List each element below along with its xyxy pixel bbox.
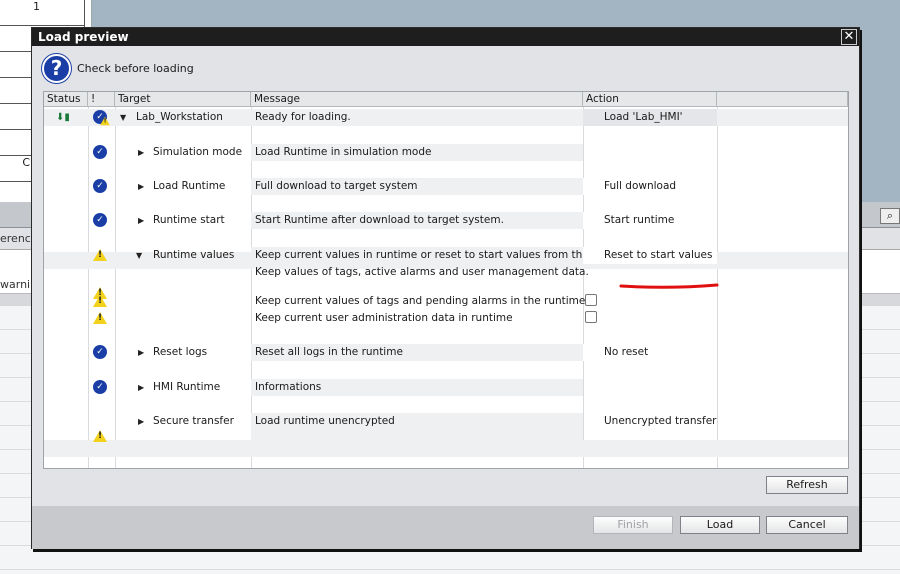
- table-header: Status ! Target Message Action: [44, 92, 848, 107]
- preview-table: Status ! Target Message Action ⬇▮ ✓ ▼ La…: [43, 91, 849, 469]
- action-text: Start runtime: [604, 214, 675, 226]
- check-icon: ✓: [93, 213, 107, 227]
- dialog-header: ? Check before loading: [42, 53, 194, 83]
- message-text: Keep current values in runtime or reset …: [255, 249, 582, 261]
- close-button[interactable]: ✕: [841, 29, 857, 45]
- target-label: HMI Runtime: [153, 381, 221, 393]
- chevron-right-icon[interactable]: ▶: [138, 413, 144, 430]
- table-row[interactable]: Keep current values of tags and pending …: [44, 293, 848, 310]
- dialog-title: Load preview: [38, 30, 129, 44]
- message-text: Load Runtime in simulation mode: [255, 146, 432, 158]
- dialog-titlebar[interactable]: Load preview ✕: [32, 28, 859, 46]
- table-row[interactable]: ▶ Secure transfer Load runtime unencrypt…: [44, 413, 848, 440]
- magnifier-icon[interactable]: ⌕: [880, 208, 900, 224]
- chevron-right-icon[interactable]: ▶: [138, 212, 144, 229]
- warning-icon: [100, 116, 110, 126]
- question-icon: ?: [42, 53, 71, 83]
- chevron-right-icon[interactable]: ▶: [138, 344, 144, 361]
- message-text: Keep current user administration data in…: [255, 312, 513, 324]
- message-text: Start Runtime after download to target s…: [255, 214, 504, 226]
- background-tab-label: erenc: [0, 232, 31, 245]
- check-icon: ✓: [93, 145, 107, 159]
- target-label: Lab_Workstation: [136, 111, 223, 123]
- action-dropdown-value[interactable]: Reset to start values: [604, 247, 713, 264]
- chevron-right-icon[interactable]: ▶: [138, 379, 144, 396]
- annotation-underline: [619, 283, 719, 289]
- message-text: Reset all logs in the runtime: [255, 346, 403, 358]
- check-icon: ✓: [93, 179, 107, 193]
- finish-button[interactable]: Finish: [593, 516, 673, 534]
- column-warning[interactable]: !: [88, 92, 115, 106]
- warning-icon: [93, 430, 107, 442]
- target-label: Runtime start: [153, 214, 225, 226]
- chevron-right-icon[interactable]: ▶: [138, 144, 144, 161]
- table-row[interactable]: Keep current user administration data in…: [44, 310, 848, 327]
- chevron-right-icon[interactable]: ▶: [138, 178, 144, 195]
- target-label: Reset logs: [153, 346, 208, 358]
- warning-icon: [93, 249, 107, 261]
- cancel-button[interactable]: Cancel: [766, 516, 848, 534]
- target-label: Runtime values: [153, 249, 235, 261]
- header-text: Check before loading: [77, 61, 194, 75]
- refresh-button[interactable]: Refresh: [766, 476, 848, 494]
- message-text: Full download to target system: [255, 180, 418, 192]
- column-action[interactable]: Action: [583, 92, 717, 106]
- download-icon: ⬇▮: [56, 112, 70, 123]
- action-text: Unencrypted transfer: [604, 415, 717, 427]
- table-row[interactable]: ✓ ▶ Runtime start Start Runtime after do…: [44, 212, 848, 229]
- message-text: Informations: [255, 381, 322, 393]
- check-icon: ✓: [93, 380, 107, 394]
- load-button[interactable]: Load: [680, 516, 760, 534]
- warning-icon: [93, 295, 107, 307]
- table-row[interactable]: ▼ Runtime values Keep current values in …: [44, 247, 848, 264]
- table-row-stripe: [44, 440, 848, 457]
- column-status[interactable]: Status: [44, 92, 88, 106]
- message-text: Keep current values of tags and pending …: [255, 295, 586, 307]
- target-label: Secure transfer: [153, 415, 234, 427]
- warning-icon: [93, 312, 107, 324]
- dialog-footer: Finish Load Cancel: [32, 506, 859, 549]
- chevron-down-icon[interactable]: ▼: [120, 109, 126, 126]
- table-row[interactable]: ✓ ▶ HMI Runtime Informations: [44, 379, 848, 396]
- table-row: Keep values of tags, active alarms and u…: [44, 264, 848, 281]
- close-icon: ✕: [843, 29, 855, 44]
- chevron-down-icon[interactable]: ▼: [136, 247, 142, 264]
- background-cell: 1: [0, 0, 85, 26]
- action-text: No reset: [604, 346, 649, 358]
- check-icon: ✓: [93, 345, 107, 359]
- action-text: Load 'Lab_HMI': [604, 111, 683, 123]
- background-list-label: warnir: [0, 278, 35, 291]
- target-label: Load Runtime: [153, 180, 226, 192]
- message-text: Ready for loading.: [255, 111, 351, 123]
- column-target[interactable]: Target: [115, 92, 251, 106]
- message-text: Load runtime unencrypted: [255, 415, 395, 427]
- table-row[interactable]: ✓ ▶ Reset logs Reset all logs in the run…: [44, 344, 848, 361]
- column-message[interactable]: Message: [251, 92, 583, 106]
- table-row[interactable]: ⬇▮ ✓ ▼ Lab_Workstation Ready for loading…: [44, 109, 848, 126]
- keep-users-checkbox[interactable]: [585, 311, 597, 323]
- table-row[interactable]: ✓ ▶ Load Runtime Full download to target…: [44, 178, 848, 195]
- target-label: Simulation mode: [153, 146, 243, 158]
- column-filler: [717, 92, 848, 106]
- message-text: Keep values of tags, active alarms and u…: [255, 266, 589, 278]
- action-text: Full download: [604, 180, 677, 192]
- table-row[interactable]: ✓ ▶ Simulation mode Load Runtime in simu…: [44, 144, 848, 161]
- keep-tags-checkbox[interactable]: [585, 294, 597, 306]
- load-preview-dialog: Load preview ✕ ? Check before loading St…: [31, 27, 860, 549]
